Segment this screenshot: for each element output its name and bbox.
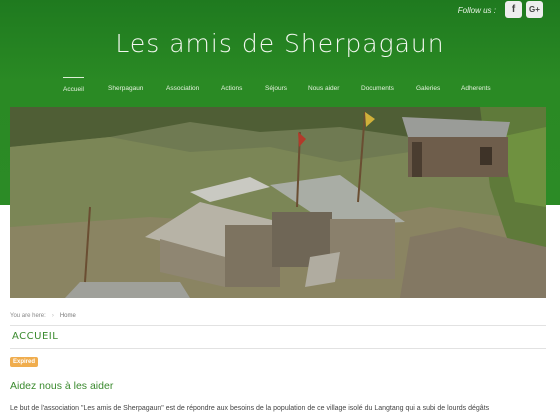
site-title[interactable]: Les amis de Sherpagaun bbox=[0, 29, 560, 58]
nav-item-adherents[interactable]: Adherents bbox=[461, 77, 491, 101]
google-plus-icon[interactable]: G+ bbox=[526, 1, 543, 18]
nav-item-sherpagaun[interactable]: Sherpagaun bbox=[108, 77, 143, 101]
article-body: Le but de l'association "Les amis de She… bbox=[10, 405, 490, 412]
breadcrumb-home-link[interactable]: Home bbox=[60, 313, 76, 319]
facebook-icon[interactable]: f bbox=[505, 1, 522, 18]
breadcrumb-prefix: You are here: bbox=[10, 313, 46, 319]
status-badge: Expired bbox=[10, 357, 39, 367]
breadcrumb: You are here: › Home bbox=[10, 313, 76, 319]
follow-us-label: Follow us : bbox=[457, 6, 496, 15]
nav-item-accueil[interactable]: Accueil bbox=[63, 77, 84, 101]
main-nav: Accueil Sherpagaun Association Actions S… bbox=[0, 77, 560, 101]
house-right bbox=[402, 117, 510, 177]
divider bbox=[10, 325, 546, 326]
article-title[interactable]: Aidez nous à les aider bbox=[10, 380, 113, 392]
breadcrumb-separator: › bbox=[51, 313, 54, 319]
nav-item-nous-aider[interactable]: Nous aider bbox=[308, 77, 339, 101]
nav-item-actions[interactable]: Actions bbox=[221, 77, 242, 101]
nav-item-sejours[interactable]: Séjours bbox=[265, 77, 287, 101]
hero-image bbox=[10, 107, 546, 298]
nav-item-association[interactable]: Association bbox=[166, 77, 199, 101]
page-title: ACCUEIL bbox=[12, 331, 59, 342]
nav-item-documents[interactable]: Documents bbox=[361, 77, 394, 101]
nav-item-galeries[interactable]: Galeries bbox=[416, 77, 440, 101]
divider bbox=[10, 348, 546, 349]
